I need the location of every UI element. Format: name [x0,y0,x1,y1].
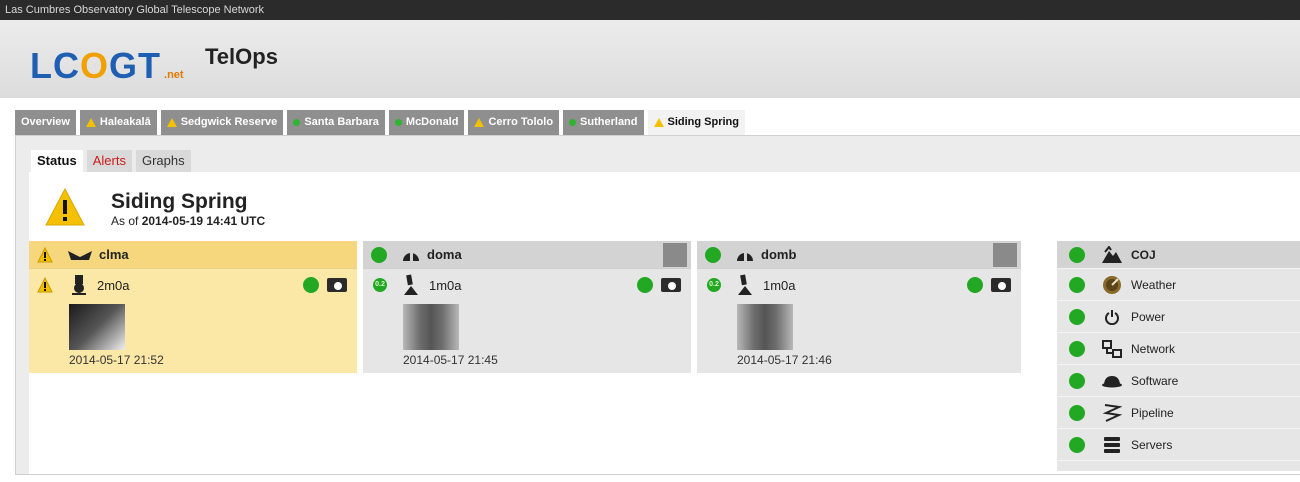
dome-icon [737,252,753,261]
app-title: TelOps [205,44,278,69]
telescope-row[interactable]: 0.2 1m0a [363,269,691,301]
status-ok-icon [1069,276,1085,293]
telescope-icon [404,274,418,295]
telescope-icon [738,274,752,295]
status-ok-icon [1069,340,1085,357]
warning-icon [45,187,85,226]
warning-icon [474,118,485,127]
telescope-icon [72,275,86,295]
window-title-bar: Las Cumbres Observatory Global Telescope… [0,0,1300,20]
enclosure-control[interactable] [663,243,687,267]
status-badge: 0.2 [707,278,721,292]
status-ok-icon [569,119,577,126]
status-ok-icon [1069,404,1085,421]
tab-overview[interactable]: Overview [15,110,76,135]
services-header[interactable]: COJ [1057,241,1300,269]
camera-thumbnail[interactable] [69,304,125,350]
image-timestamp: 2014-05-17 21:46 [737,353,832,367]
status-ok-icon [303,277,319,293]
enclosure-card-domb: domb 0.2 1m0a 2014-05-17 21:46 [697,241,1021,373]
mountain-icon [1101,244,1123,266]
site-services-panel: COJ Weather Power Network Software Pipel… [1057,241,1300,471]
status-ok-icon [967,277,983,293]
image-timestamp: 2014-05-17 21:45 [403,353,498,367]
service-servers[interactable]: Servers [1057,429,1300,461]
tab-graphs[interactable]: Graphs [135,150,191,172]
warning-icon [653,118,664,127]
enclosure-name: clma [99,247,129,262]
servers-icon [1101,434,1123,456]
status-content: Siding Spring As of 2014-05-19 14:41 UTC… [29,172,1300,474]
app-header: LCOGT .net TelOps [0,20,1300,98]
service-power[interactable]: Power [1057,301,1300,333]
tab-haleakala[interactable]: Haleakalā [79,110,157,135]
weather-icon [1101,274,1123,296]
lcogt-logo: LCOGT .net [30,45,184,86]
network-icon [1101,338,1123,360]
status-badge: 0.2 [373,278,387,292]
status-ok-icon [1069,436,1085,453]
enclosure-name: domb [761,247,797,262]
enclosure-card-doma: doma 0.2 1m0a 2014-05-17 21:45 [363,241,691,373]
pipeline-icon [1101,402,1123,424]
tab-sedgwick-reserve[interactable]: Sedgwick Reserve [160,110,284,135]
status-ok-icon [293,119,301,126]
enclosure-header[interactable]: domb [697,241,1021,269]
window-title: Las Cumbres Observatory Global Telescope… [5,4,265,16]
status-ok-icon [705,246,721,263]
dome-icon [403,252,419,261]
camera-icon[interactable] [991,278,1011,292]
image-timestamp: 2014-05-17 21:52 [69,353,164,367]
page-title: Siding Spring [111,190,248,213]
tab-mcdonald[interactable]: McDonald [388,110,465,135]
sub-tabs: Status Alerts Graphs [31,150,191,172]
status-timestamp: As of 2014-05-19 14:41 UTC [111,214,266,228]
clamshell-icon [68,250,92,260]
warning-icon [37,277,53,293]
status-ok-icon [1069,308,1085,325]
tab-sutherland[interactable]: Sutherland [563,110,644,135]
tab-status[interactable]: Status [31,150,83,172]
tab-alerts[interactable]: Alerts [86,150,132,172]
tab-siding-spring[interactable]: Siding Spring [647,110,745,135]
status-ok-icon [1069,372,1085,389]
camera-icon[interactable] [327,278,347,292]
status-ok-icon [637,277,653,293]
telescope-row[interactable]: 0.2 1m0a [697,269,1021,301]
telescope-name: 2m0a [97,277,130,293]
power-icon [1101,306,1123,328]
tab-cerro-tololo[interactable]: Cerro Tololo [468,110,560,135]
warning-icon [85,118,96,127]
status-ok-icon [394,119,402,126]
telescope-row[interactable]: 2m0a [29,269,357,301]
status-ok-icon [371,246,387,263]
site-tabs: Overview Haleakalā Sedgwick Reserve Sant… [15,110,745,135]
camera-thumbnail[interactable] [737,304,793,350]
tab-santa-barbara[interactable]: Santa Barbara [287,110,385,135]
service-software[interactable]: Software [1057,365,1300,397]
enclosure-header[interactable]: doma [363,241,691,269]
service-network[interactable]: Network [1057,333,1300,365]
software-icon [1101,370,1123,392]
service-weather[interactable]: Weather [1057,269,1300,301]
services-header-label: COJ [1131,247,1156,262]
telescope-name: 1m0a [763,277,796,293]
telescope-name: 1m0a [429,277,462,293]
site-panel: Status Alerts Graphs Siding Spring As of… [15,135,1300,475]
camera-icon[interactable] [661,278,681,292]
enclosure-name: doma [427,247,462,262]
enclosure-card-clma: clma 2m0a 2014-05-17 21:52 [29,241,357,373]
service-pipeline[interactable]: Pipeline [1057,397,1300,429]
enclosure-control[interactable] [993,243,1017,267]
camera-thumbnail[interactable] [403,304,459,350]
warning-icon [37,246,53,262]
warning-icon [166,118,177,127]
status-ok-icon [1069,246,1085,263]
enclosure-header[interactable]: clma [29,241,357,269]
